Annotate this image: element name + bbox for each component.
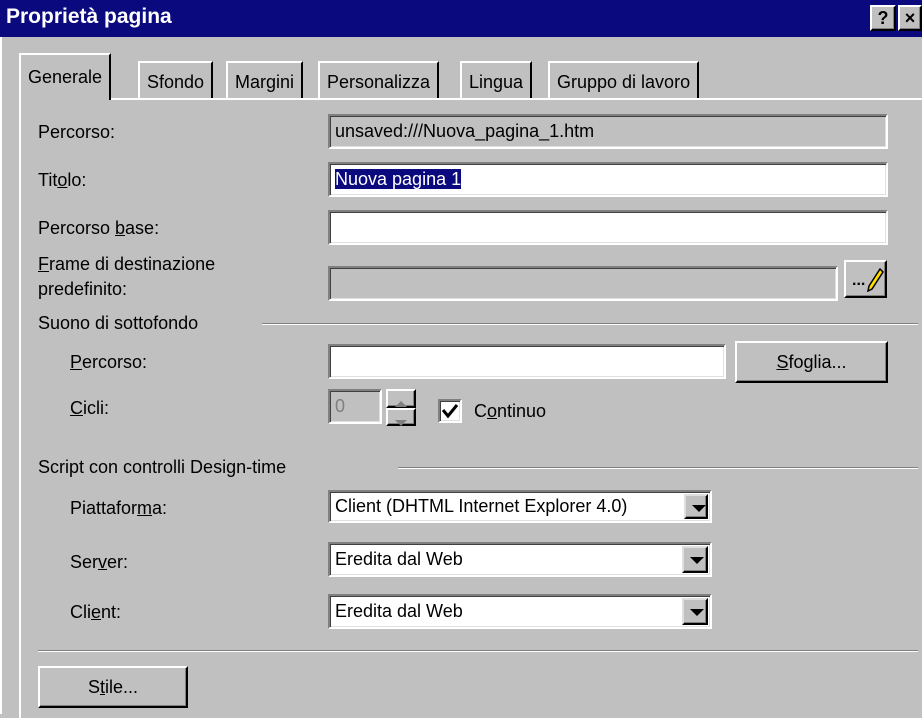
chevron-down-icon[interactable] <box>684 494 708 519</box>
titolo-input[interactable]: Nuova pagina 1 <box>328 162 888 197</box>
tab-label: Lingua <box>469 72 524 92</box>
suono-percorso-label: Percorso: <box>70 352 148 372</box>
checkmark-icon <box>441 404 459 419</box>
frame-label-line1: Frame di destinazione <box>38 254 216 274</box>
tab-gruppo-di-lavoro[interactable]: Gruppo di lavoro <box>548 61 700 98</box>
titolo-label: Titolo: <box>38 170 87 190</box>
client-select[interactable]: Eredita dal Web <box>328 594 712 629</box>
client-value: Eredita dal Web <box>335 601 463 621</box>
cicli-spinner <box>386 389 416 426</box>
window-title: Proprietà pagina <box>6 5 172 28</box>
server-label: Server: <box>70 552 129 572</box>
script-separator <box>398 467 918 469</box>
suono-group-label: Suono di sottofondo <box>38 313 199 333</box>
script-group-label: Script con controlli Design-time <box>38 457 287 477</box>
spin-up-icon <box>395 401 407 407</box>
suono-separator <box>262 323 918 325</box>
tab-lingua[interactable]: Lingua <box>460 61 533 98</box>
continuo-label: Continuo <box>474 401 547 421</box>
tab-sfondo[interactable]: Sfondo <box>138 61 214 98</box>
tab-label: Gruppo di lavoro <box>557 72 691 92</box>
suono-percorso-input[interactable] <box>328 344 726 379</box>
frame-field <box>328 266 838 301</box>
server-value: Eredita dal Web <box>335 549 463 569</box>
spin-down-icon <box>395 420 407 426</box>
percorso-field: unsaved:///Nuova_pagina_1.htm <box>328 114 888 149</box>
tab-label: Sfondo <box>147 72 205 92</box>
piattaforma-label: Piattaforma: <box>70 498 168 518</box>
close-icon: × <box>904 8 916 28</box>
chevron-down-icon[interactable] <box>682 598 708 625</box>
close-button[interactable]: × <box>898 5 922 31</box>
cicli-label: Cicli: <box>70 398 109 418</box>
cicli-input: 0 <box>328 389 382 424</box>
pencil-icon <box>867 268 884 292</box>
tab-personalizza[interactable]: Personalizza <box>318 61 440 98</box>
chevron-down-icon[interactable] <box>682 546 708 573</box>
tab-generale[interactable]: Generale <box>19 53 112 100</box>
percorso-base-label: Percorso base: <box>38 218 160 238</box>
piattaforma-value: Client (DHTML Internet Explorer 4.0) <box>335 496 628 516</box>
sfoglia-button[interactable]: Sfoglia... <box>735 341 888 383</box>
spin-up-button <box>386 389 416 408</box>
percorso-base-input[interactable] <box>328 210 888 245</box>
help-icon: ? <box>877 8 889 28</box>
bottom-separator <box>38 650 918 652</box>
client-label: Client: <box>70 602 122 622</box>
continuo-checkbox[interactable] <box>438 399 462 423</box>
titolo-value: Nuova pagina 1 <box>335 169 462 189</box>
frame-label-line2: predefinito: <box>38 279 128 299</box>
server-select[interactable]: Eredita dal Web <box>328 542 712 577</box>
percorso-label: Percorso: <box>38 122 116 142</box>
tab-margini[interactable]: Margini <box>226 61 304 98</box>
tab-label: Margini <box>235 72 295 92</box>
spin-down-button <box>386 408 416 426</box>
frame-browse-button[interactable]: ... <box>844 260 887 298</box>
tab-label: Generale <box>28 67 103 87</box>
piattaforma-select[interactable]: Client (DHTML Internet Explorer 4.0) <box>328 490 712 523</box>
tab-label: Personalizza <box>327 72 431 92</box>
stile-button[interactable]: Stile... <box>38 666 188 708</box>
ellipsis-text: ... <box>852 272 866 289</box>
help-button[interactable]: ? <box>870 5 896 31</box>
